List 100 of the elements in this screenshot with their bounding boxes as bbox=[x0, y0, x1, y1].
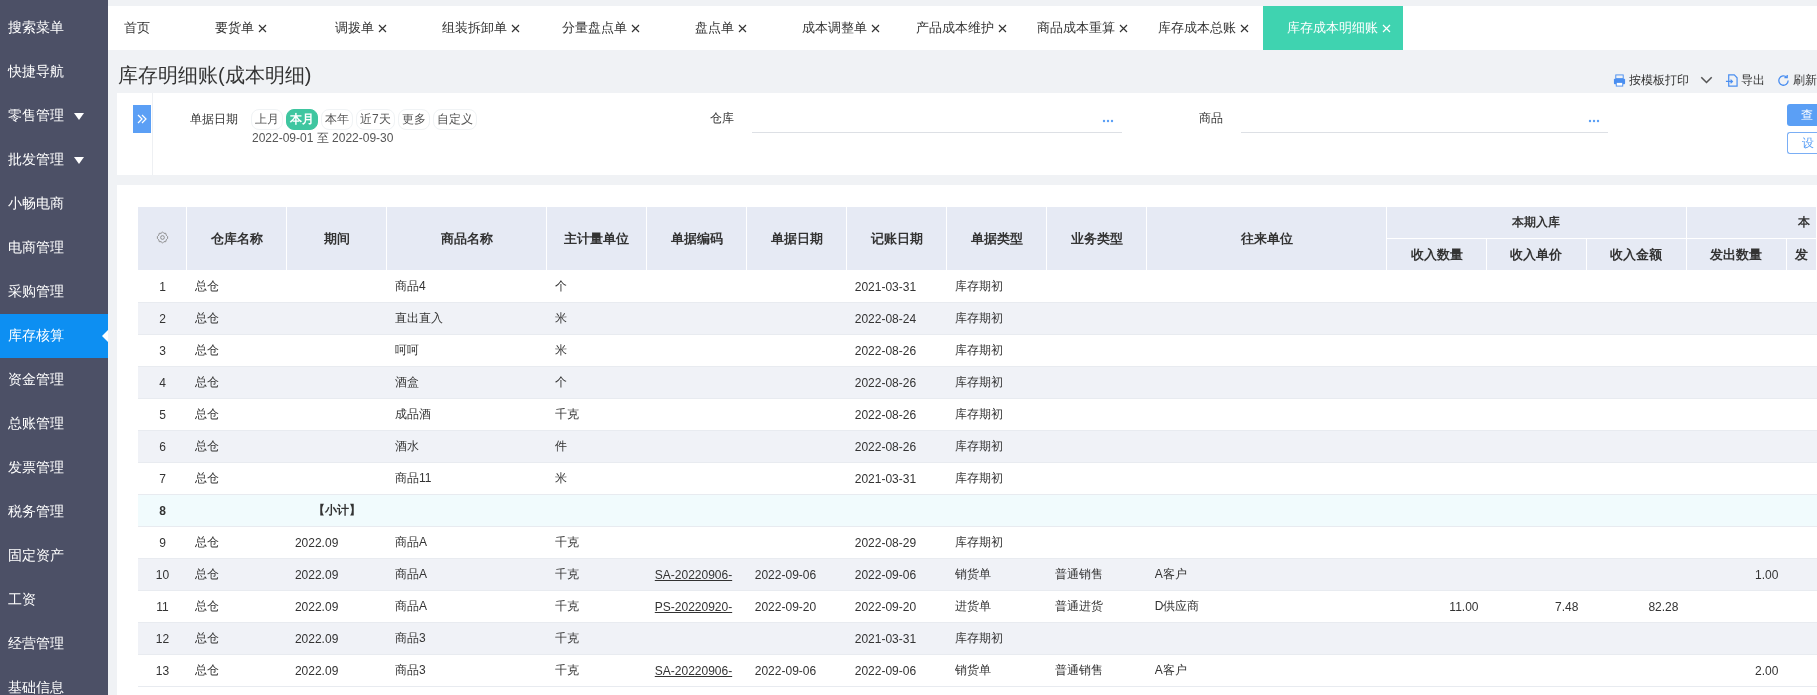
table-cell: 库存期初 bbox=[946, 270, 1047, 303]
column-header: 单据编码 bbox=[646, 207, 747, 271]
date-chip[interactable]: 近7天 bbox=[356, 109, 395, 130]
table-cell: 千克 bbox=[546, 590, 647, 623]
toolbar-button[interactable]: 按模板打印 bbox=[1613, 72, 1713, 89]
sidebar-item[interactable]: 工资 bbox=[0, 578, 108, 622]
table-cell: 2022-09-06 bbox=[846, 654, 947, 687]
ellipsis-icon[interactable] bbox=[1588, 119, 1600, 123]
close-icon[interactable] bbox=[738, 23, 747, 33]
tab[interactable]: 组装拆卸单 bbox=[420, 6, 540, 50]
tab[interactable]: 成本调整单 bbox=[780, 6, 900, 50]
table-cell: 进货单 bbox=[946, 590, 1047, 623]
table-cell: 直出直入 bbox=[386, 302, 547, 335]
table-cell: 商品3 bbox=[386, 622, 547, 655]
document-link[interactable]: PS-20220920- bbox=[654, 599, 733, 614]
table-cell: 2022-08-26 bbox=[846, 334, 947, 367]
toolbar-button[interactable]: 导出 bbox=[1725, 72, 1765, 89]
sidebar-item[interactable]: 电商管理 bbox=[0, 226, 108, 270]
column-header: 往来单位 bbox=[1146, 207, 1387, 271]
table-cell: 库存期初 bbox=[946, 622, 1047, 655]
column-header: 主计量单位 bbox=[546, 207, 647, 271]
tab[interactable]: 库存成本总账 bbox=[1142, 6, 1263, 50]
sidebar-item[interactable]: 经营管理 bbox=[0, 622, 108, 666]
date-chip[interactable]: 更多 bbox=[397, 109, 430, 130]
table-cell: 酒盒 bbox=[386, 366, 547, 399]
table-cell: 总仓 bbox=[186, 430, 287, 463]
table-cell: A客户 bbox=[1146, 654, 1387, 687]
sidebar-item[interactable]: 快捷导航 bbox=[0, 50, 108, 94]
close-icon[interactable] bbox=[1240, 23, 1249, 33]
tab[interactable]: 盘点单 bbox=[660, 6, 780, 50]
sidebar-item[interactable]: 搜索菜单 bbox=[0, 6, 108, 50]
table-cell: 2022.09 bbox=[286, 622, 387, 655]
tab[interactable]: 调拨单 bbox=[300, 6, 420, 50]
table-cell: 2022-09-06 bbox=[746, 654, 847, 687]
sidebar-item[interactable]: 税务管理 bbox=[0, 490, 108, 534]
close-icon[interactable] bbox=[258, 23, 267, 33]
sidebar-item[interactable]: 资金管理 bbox=[0, 358, 108, 402]
table-cell: 1.00 bbox=[1686, 558, 1787, 591]
table-cell: 库存期初 bbox=[946, 302, 1047, 335]
document-link[interactable]: SA-20220906- bbox=[654, 663, 733, 678]
table-cell: 总仓 bbox=[186, 270, 287, 303]
table-cell: 千克 bbox=[546, 526, 647, 559]
expand-button[interactable] bbox=[133, 105, 151, 133]
chevron-icon bbox=[137, 114, 147, 124]
table-cell: 酒水 bbox=[386, 430, 547, 463]
table-cell: 总仓 bbox=[186, 558, 287, 591]
table-cell: A客户 bbox=[1146, 558, 1387, 591]
sidebar-item[interactable]: 批发管理 bbox=[0, 138, 108, 182]
tab[interactable]: 商品成本重算 bbox=[1021, 6, 1142, 50]
pointer-icon bbox=[102, 330, 108, 342]
ellipsis-icon[interactable] bbox=[1102, 119, 1114, 123]
table-cell: 2022.09 bbox=[286, 526, 387, 559]
tab[interactable]: 要货单 bbox=[180, 6, 300, 50]
table-cell: 2022.09 bbox=[286, 590, 387, 623]
tab[interactable]: 首页 bbox=[108, 6, 180, 50]
table-cell: 总仓 bbox=[186, 302, 287, 335]
page-title: 库存明细账(成本明细) bbox=[117, 63, 312, 88]
close-icon[interactable] bbox=[998, 23, 1007, 33]
row-number: 11 bbox=[138, 590, 187, 623]
row-number: 3 bbox=[138, 334, 187, 367]
tab[interactable]: 产品成本维护 bbox=[900, 6, 1021, 50]
table-cell: 普通进货 bbox=[1046, 590, 1147, 623]
table-cell: 2022-08-29 bbox=[846, 526, 947, 559]
row-number: 7 bbox=[138, 462, 187, 495]
table-cell: 米 bbox=[546, 462, 647, 495]
table-cell: 总仓 bbox=[186, 334, 287, 367]
toolbar-button[interactable]: 刷新 bbox=[1777, 72, 1817, 89]
close-icon[interactable] bbox=[1119, 23, 1128, 33]
column-header: 商品名称 bbox=[386, 207, 547, 271]
sidebar-item[interactable]: 采购管理 bbox=[0, 270, 108, 314]
caret-icon[interactable] bbox=[1700, 74, 1713, 87]
table-cell: 2022-09-20 bbox=[846, 590, 947, 623]
table-cell: 呵呵 bbox=[386, 334, 547, 367]
close-icon[interactable] bbox=[378, 23, 387, 33]
table-cell: 2.00 bbox=[1686, 654, 1787, 687]
close-icon[interactable] bbox=[871, 23, 880, 33]
sidebar-item[interactable]: 零售管理 bbox=[0, 94, 108, 138]
row-number: 10 bbox=[138, 558, 187, 591]
sidebar-item[interactable]: 小畅电商 bbox=[0, 182, 108, 226]
table-cell: 商品11 bbox=[386, 462, 547, 495]
sidebar-item[interactable]: 发票管理 bbox=[0, 446, 108, 490]
close-icon[interactable] bbox=[631, 23, 640, 33]
table-cell: 2021-03-31 bbox=[846, 270, 947, 303]
column-group-header: 本期入库 bbox=[1386, 207, 1687, 239]
table-cell: 商品A bbox=[386, 526, 547, 559]
tab[interactable]: 分量盘点单 bbox=[540, 6, 660, 50]
date-chip[interactable]: 本年 bbox=[321, 109, 353, 130]
date-chip[interactable]: 自定义 bbox=[432, 109, 477, 130]
column-header: 收入金额 bbox=[1586, 238, 1687, 271]
row-number: 6 bbox=[138, 430, 187, 463]
sidebar-item[interactable]: 总账管理 bbox=[0, 402, 108, 446]
date-chip[interactable]: 上月 bbox=[251, 109, 283, 130]
sidebar-item[interactable]: 固定资产 bbox=[0, 534, 108, 578]
sidebar-item[interactable]: 基础信息 bbox=[0, 666, 108, 695]
table-cell: 2022-08-26 bbox=[846, 366, 947, 399]
column-header: 业务类型 bbox=[1046, 207, 1147, 271]
close-icon[interactable] bbox=[511, 23, 520, 33]
row-number: 9 bbox=[138, 526, 187, 559]
column-header: 发出数量 bbox=[1686, 238, 1787, 271]
row-number: 12 bbox=[138, 622, 187, 655]
